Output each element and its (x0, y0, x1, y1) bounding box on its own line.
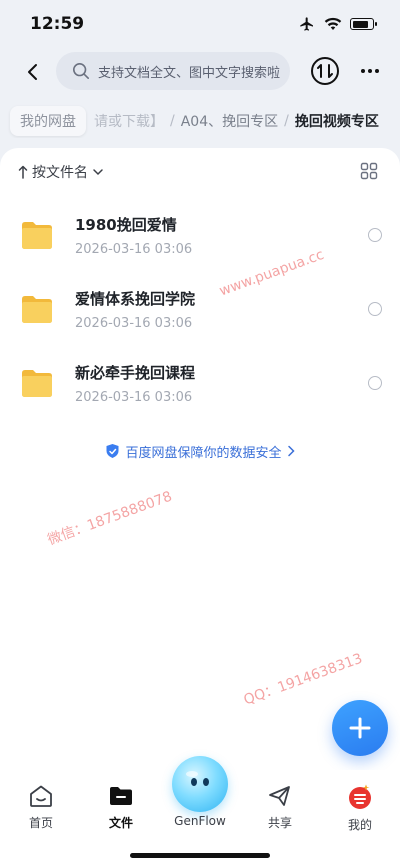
breadcrumb-item-faded[interactable]: 请或下载】 (94, 111, 164, 131)
wifi-icon (324, 17, 342, 30)
home-icon (30, 785, 52, 807)
tab-label: 我的 (347, 818, 372, 832)
file-name: 新必牵手挽回课程 (75, 364, 196, 382)
folder-icon (22, 222, 52, 249)
genflow-face-icon (186, 771, 209, 786)
profile-icon (349, 784, 371, 809)
breadcrumb-trail: 请或下载】 / A04、挽回专区 / 挽回视频专区 (94, 104, 379, 138)
file-date: 2026-03-16 03:06 (75, 316, 193, 331)
top-nav: 支持文档全文、图中文字搜索啦 (0, 50, 400, 94)
tab-home[interactable]: 首页 (11, 784, 71, 834)
chevron-left-icon (28, 64, 37, 80)
file-name: 爱情体系挽回学院 (75, 290, 196, 308)
sort-label: 按文件名 (32, 165, 88, 181)
breadcrumb: 我的网盘 请或下载】 / A04、挽回专区 / 挽回视频专区 (0, 104, 400, 138)
status-bar: 12:59 (0, 0, 400, 48)
breadcrumb-item-middle[interactable]: A04、挽回专区 (181, 111, 278, 131)
arrow-up-icon (18, 165, 28, 179)
file-date: 2026-03-16 03:06 (75, 242, 193, 257)
shield-icon (106, 444, 119, 458)
search-icon (72, 62, 90, 80)
breadcrumb-separator: / (284, 113, 289, 129)
tab-label: 共享 (267, 816, 292, 830)
status-time: 12:59 (30, 14, 85, 34)
folder-icon (22, 296, 52, 323)
tab-share[interactable]: 共享 (250, 784, 310, 834)
folder-icon (110, 787, 132, 805)
battery-icon (350, 18, 377, 30)
tab-files[interactable]: 文件 (91, 784, 151, 834)
back-button[interactable] (18, 58, 46, 86)
file-name: 1980挽回爱情 (75, 216, 177, 234)
share-icon (269, 786, 290, 806)
breadcrumb-separator: / (170, 113, 175, 129)
add-button[interactable] (332, 700, 388, 756)
airplane-mode-icon (300, 17, 313, 31)
status-icons (298, 16, 377, 32)
transfer-icon[interactable] (310, 56, 340, 86)
home-indicator[interactable] (130, 853, 270, 858)
select-checkbox[interactable] (368, 376, 382, 390)
folder-icon (22, 370, 52, 397)
file-list-item[interactable]: 爱情体系挽回学院 2026-03-16 03:06 (0, 280, 400, 350)
battery-level (352, 20, 368, 28)
security-note-text: 百度网盘保障你的数据安全 (125, 445, 282, 461)
chevron-right-icon (287, 445, 295, 457)
breadcrumb-item-current: 挽回视频专区 (294, 114, 379, 130)
plus-icon (349, 717, 371, 739)
file-list-item[interactable]: 1980挽回爱情 2026-03-16 03:06 (0, 206, 400, 276)
tab-genflow-label[interactable]: GenFlow (160, 814, 240, 828)
select-checkbox[interactable] (368, 228, 382, 242)
tab-label: 文件 (108, 816, 133, 830)
genflow-icon[interactable] (172, 756, 228, 812)
search-placeholder: 支持文档全文、图中文字搜索啦 (98, 65, 281, 81)
search-input[interactable]: 支持文档全文、图中文字搜索啦 (56, 52, 290, 90)
breadcrumb-root[interactable]: 我的网盘 (10, 106, 86, 136)
tab-profile[interactable]: 我的 (330, 784, 390, 834)
sort-button[interactable]: 按文件名 (18, 162, 104, 182)
grid-view-icon[interactable] (360, 162, 378, 180)
more-icon[interactable] (358, 60, 382, 82)
tab-label: 首页 (28, 816, 53, 830)
file-list-item[interactable]: 新必牵手挽回课程 2026-03-16 03:06 (0, 354, 400, 424)
file-date: 2026-03-16 03:06 (75, 390, 193, 405)
select-checkbox[interactable] (368, 302, 382, 316)
security-note-link[interactable]: 百度网盘保障你的数据安全 (0, 440, 400, 462)
chevron-down-icon (93, 169, 103, 176)
bottom-tab-bar: 首页 文件 GenFlow 共享 我的 (0, 756, 400, 866)
